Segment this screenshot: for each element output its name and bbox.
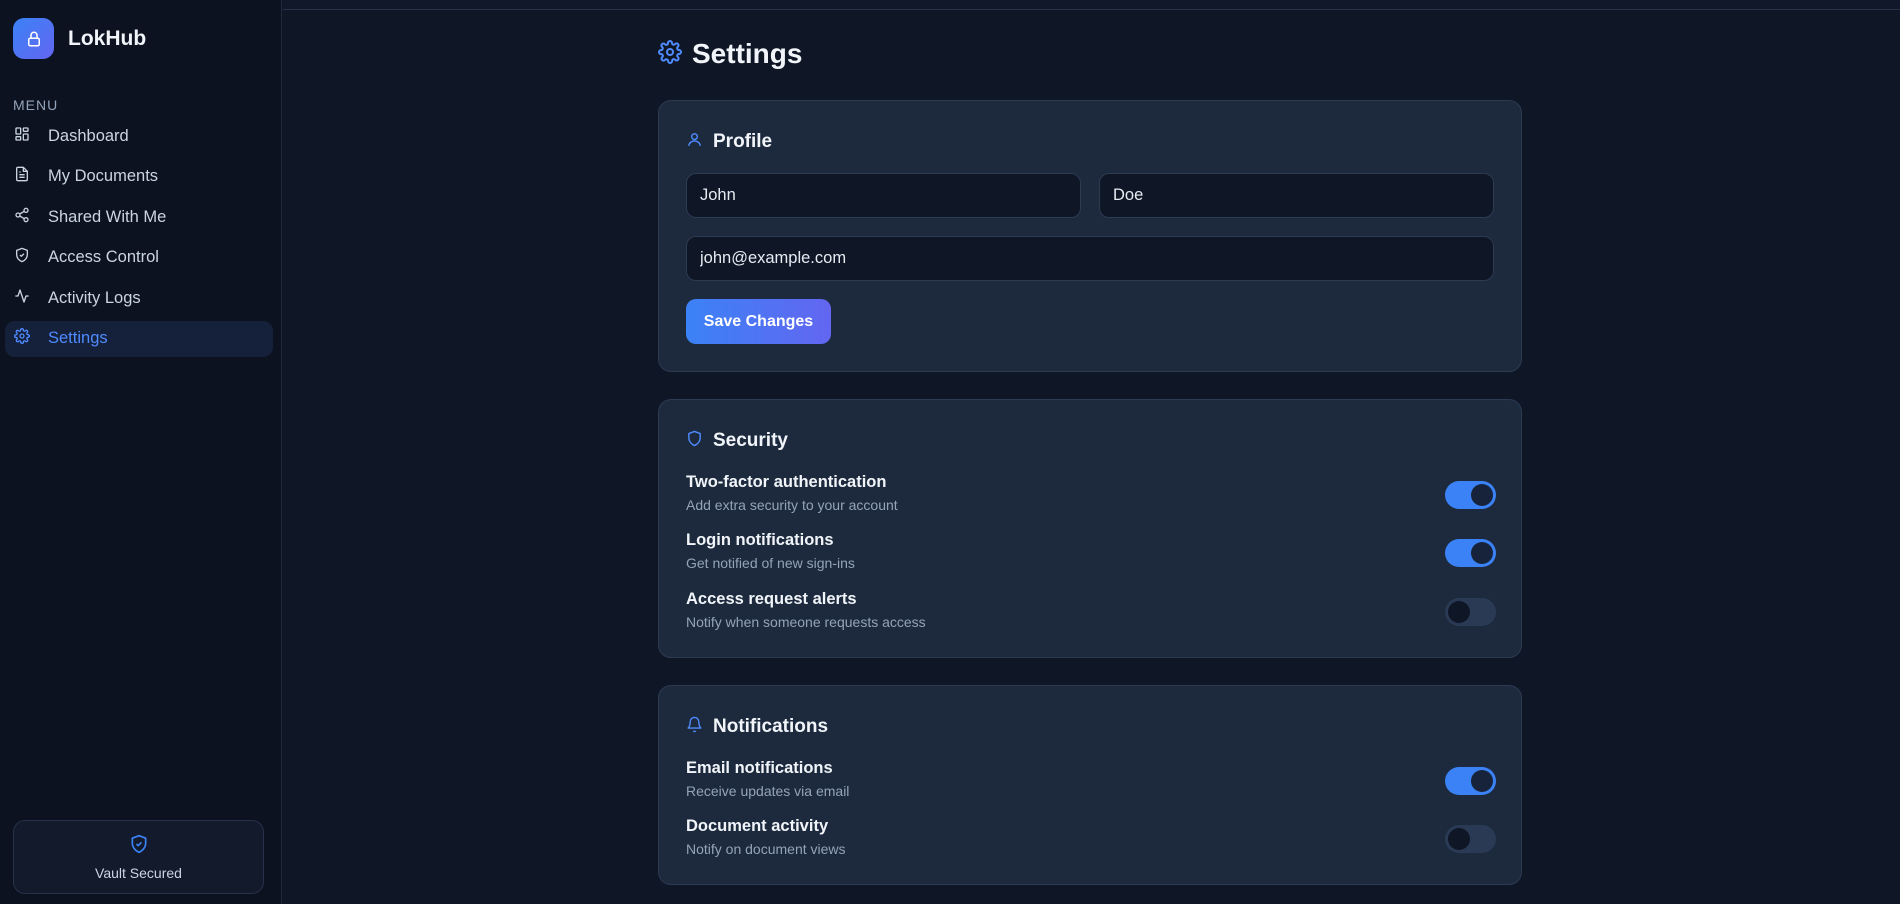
setting-login-notifications: Login notifications Get notified of new … xyxy=(686,531,1496,577)
shield-icon xyxy=(686,430,703,452)
top-bar xyxy=(283,0,1900,10)
sidebar-item-my-documents[interactable]: My Documents xyxy=(5,159,273,195)
setting-description: Notify when someone requests access xyxy=(686,614,926,630)
sidebar-item-label: Access Control xyxy=(48,248,159,267)
toggle-knob xyxy=(1471,484,1493,506)
login-notifications-toggle[interactable] xyxy=(1445,539,1496,567)
toggle-knob xyxy=(1471,770,1493,792)
sidebar-item-activity-logs[interactable]: Activity Logs xyxy=(5,280,273,316)
last-name-input[interactable] xyxy=(1099,173,1494,218)
sidebar-item-access-control[interactable]: Access Control xyxy=(5,240,273,276)
email-notifications-toggle[interactable] xyxy=(1445,767,1496,795)
sidebar-item-label: Settings xyxy=(48,329,108,348)
page-title: Settings xyxy=(692,38,803,69)
bell-icon xyxy=(686,716,703,738)
first-name-input[interactable] xyxy=(686,173,1081,218)
setting-description: Get notified of new sign-ins xyxy=(686,555,855,571)
vault-status: Vault Secured xyxy=(13,820,264,894)
brand-name: LokHub xyxy=(68,26,147,50)
sidebar: LokHub MENU Dashboard My Documents Share… xyxy=(0,0,282,904)
notifications-title: Notifications xyxy=(713,716,829,737)
sidebar-nav: Dashboard My Documents Shared With Me Ac… xyxy=(5,118,273,362)
setting-two-factor: Two-factor authentication Add extra secu… xyxy=(686,473,1496,519)
two-factor-toggle[interactable] xyxy=(1445,481,1496,509)
email-input[interactable] xyxy=(686,236,1494,281)
user-icon xyxy=(686,131,703,153)
page-header: Settings xyxy=(658,38,802,70)
sidebar-item-label: Dashboard xyxy=(48,126,129,145)
notifications-header: Notifications xyxy=(686,716,828,738)
document-activity-toggle[interactable] xyxy=(1445,825,1496,853)
profile-title: Profile xyxy=(713,131,773,152)
setting-description: Add extra security to your account xyxy=(686,497,898,513)
security-card: Security Two-factor authentication Add e… xyxy=(658,399,1522,658)
profile-card: Profile Save Changes xyxy=(658,100,1522,372)
share-icon xyxy=(14,207,30,228)
access-request-alerts-toggle[interactable] xyxy=(1445,598,1496,626)
setting-title: Document activity xyxy=(686,817,829,835)
document-icon xyxy=(14,166,30,187)
setting-title: Two-factor authentication xyxy=(686,473,887,491)
setting-title: Login notifications xyxy=(686,531,834,549)
sidebar-item-label: Shared With Me xyxy=(48,207,167,226)
gear-icon xyxy=(14,328,30,349)
setting-email-notifications: Email notifications Receive updates via … xyxy=(686,759,1496,805)
sidebar-item-label: My Documents xyxy=(48,167,159,186)
gear-icon xyxy=(658,39,682,69)
sidebar-item-settings[interactable]: Settings xyxy=(5,320,273,357)
sidebar-item-shared-with-me[interactable]: Shared With Me xyxy=(5,199,273,235)
security-title: Security xyxy=(713,430,788,451)
vault-label: Vault Secured xyxy=(95,864,182,881)
activity-icon xyxy=(14,288,30,309)
setting-description: Notify on document views xyxy=(686,841,846,857)
notifications-card: Notifications Email notifications Receiv… xyxy=(658,685,1522,885)
shield-check-icon xyxy=(129,834,149,859)
save-changes-button[interactable]: Save Changes xyxy=(686,299,831,344)
setting-document-activity: Document activity Notify on document vie… xyxy=(686,817,1496,863)
setting-access-request-alerts: Access request alerts Notify when someon… xyxy=(686,590,1496,636)
setting-title: Access request alerts xyxy=(686,590,857,608)
sidebar-item-label: Activity Logs xyxy=(48,288,141,307)
dashboard-icon xyxy=(14,126,30,147)
brand[interactable]: LokHub xyxy=(13,18,146,59)
profile-header: Profile xyxy=(686,131,772,153)
toggle-knob xyxy=(1448,828,1470,850)
sidebar-item-dashboard[interactable]: Dashboard xyxy=(5,118,273,154)
setting-title: Email notifications xyxy=(686,759,833,777)
toggle-knob xyxy=(1448,601,1470,623)
setting-description: Receive updates via email xyxy=(686,783,850,799)
menu-label: MENU xyxy=(13,97,59,113)
shield-check-icon xyxy=(14,247,30,268)
lock-icon xyxy=(13,18,54,59)
security-header: Security xyxy=(686,430,788,452)
toggle-knob xyxy=(1471,542,1493,564)
